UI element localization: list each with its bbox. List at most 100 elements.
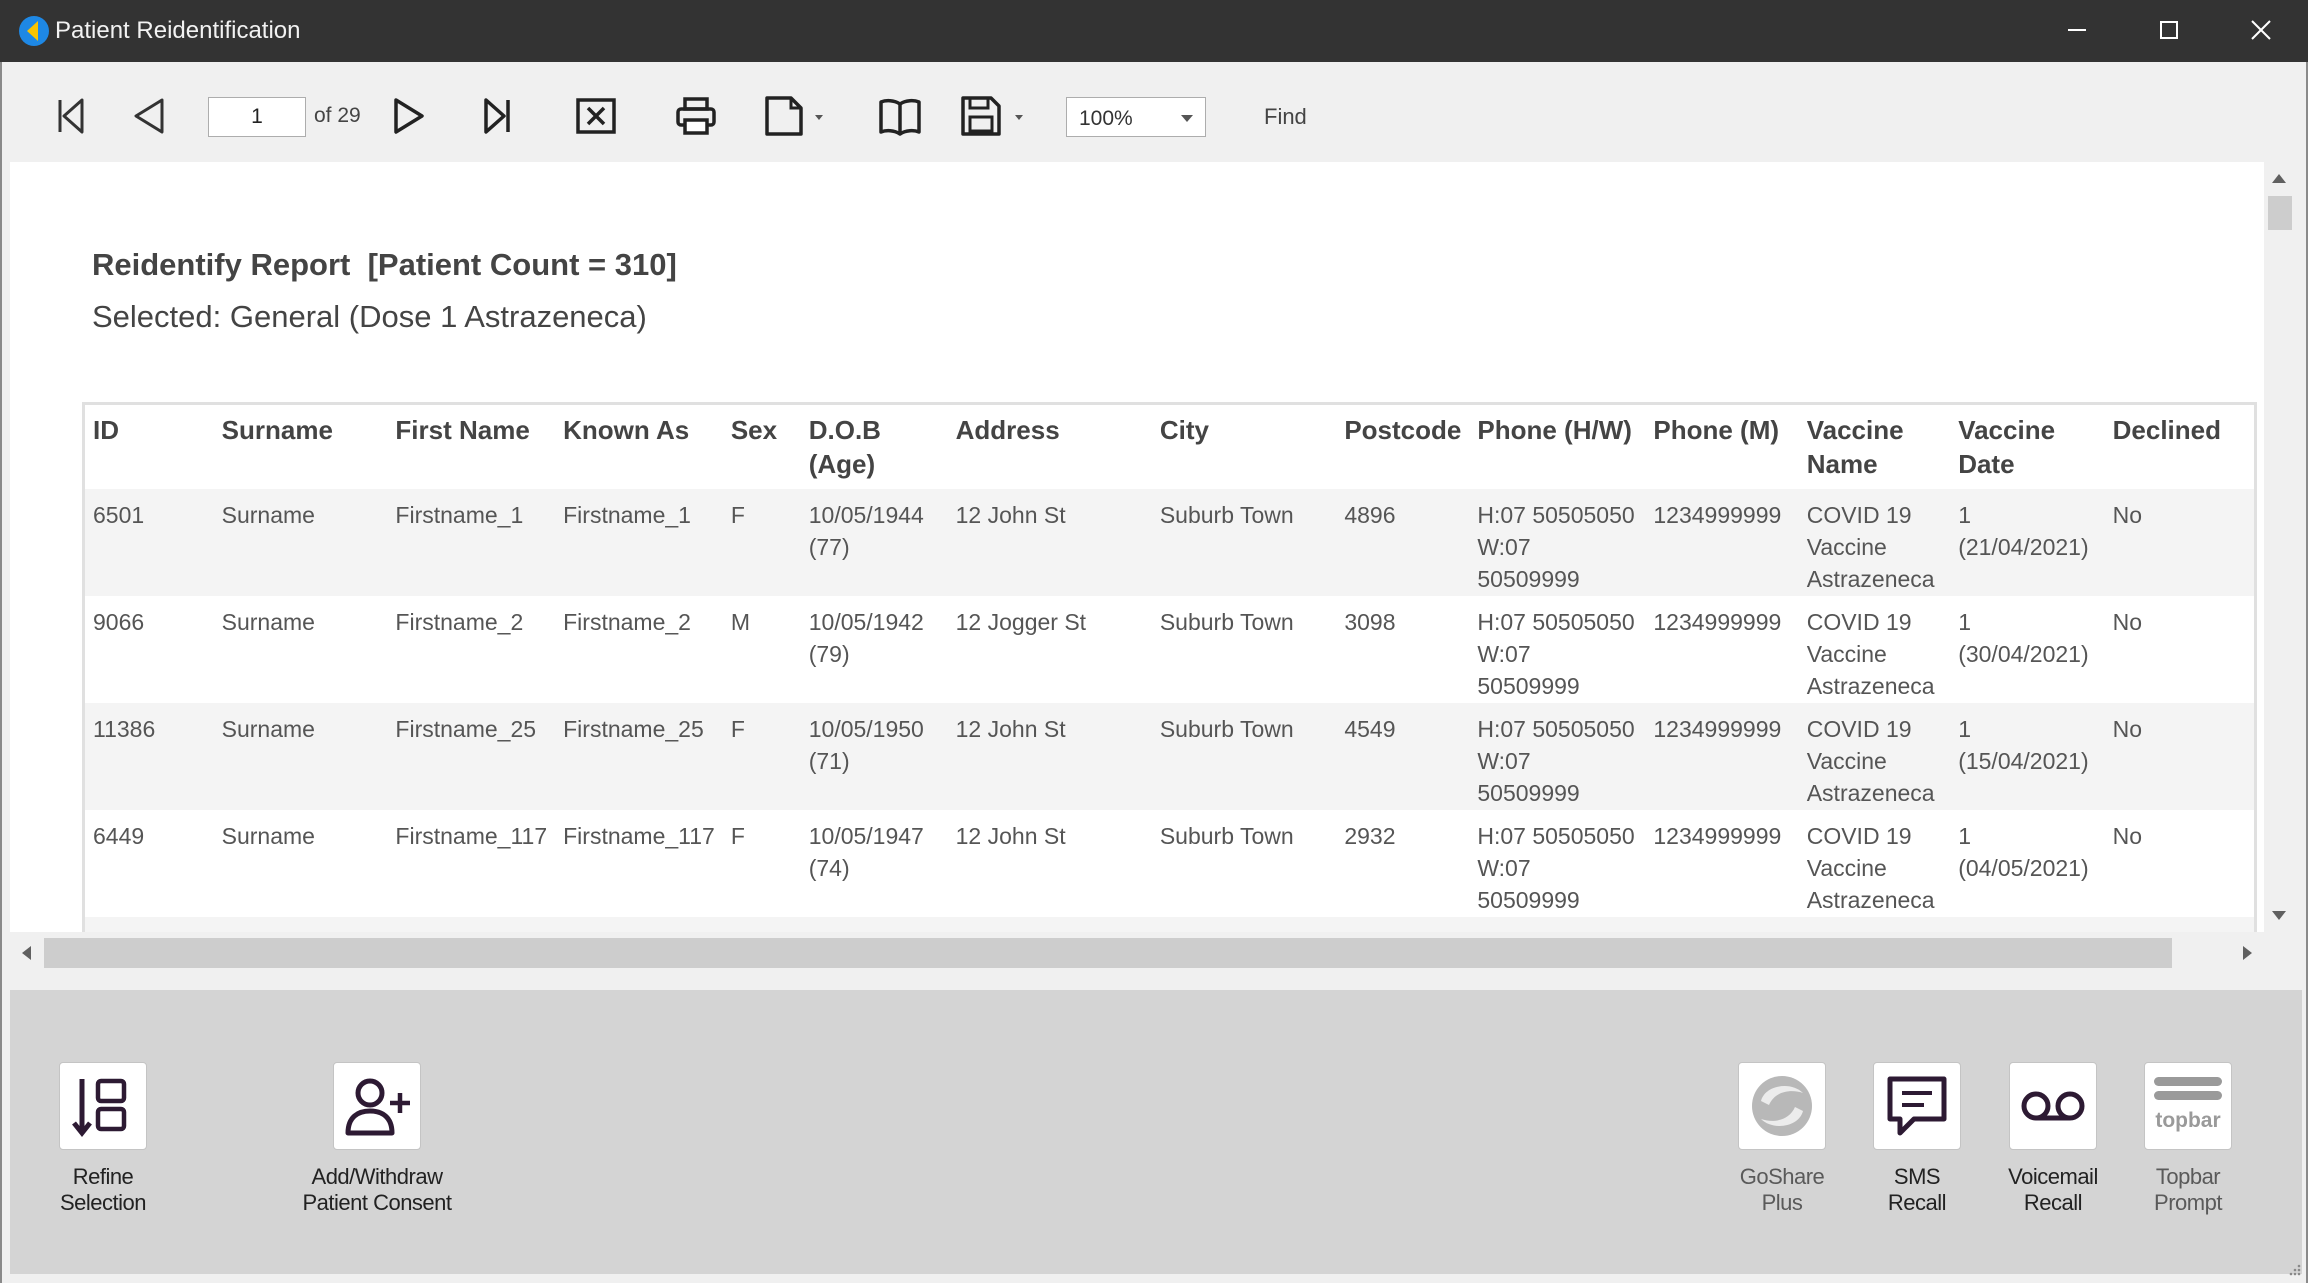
stop-button[interactable] <box>568 90 624 142</box>
minimize-button[interactable] <box>2032 0 2124 62</box>
refine-selection-icon <box>72 1078 127 1138</box>
refine-selection-button[interactable]: Refine Selection <box>28 1062 178 1216</box>
goshare-icon-box <box>1738 1062 1826 1150</box>
vertical-scrollbar[interactable] <box>2264 162 2294 932</box>
book-view-button[interactable] <box>870 90 930 142</box>
first-page-button[interactable] <box>42 90 98 142</box>
column-header[interactable]: Postcode <box>1336 405 1469 489</box>
action-panel: Refine Selection Add/Withdraw Patient Cons… <box>10 990 2302 1274</box>
cell-first-name: Firstname_1 <box>395 502 524 528</box>
scroll-right-icon[interactable] <box>2243 946 2252 960</box>
last-page-button[interactable] <box>470 90 526 142</box>
resize-grip-icon[interactable] <box>2286 1261 2302 1277</box>
cell-postcode: 3833 <box>1336 917 1469 932</box>
scroll-left-icon[interactable] <box>22 946 31 960</box>
table-row[interactable]: 6449 Surname Firstname_117 Firstname_117 F 10… <box>85 810 2254 917</box>
patient-table: ID Surname First Name Known As Sex D.O.B… <box>85 405 2254 932</box>
cell-first-name: Firstname_117 <box>395 823 548 849</box>
maximize-button[interactable] <box>2124 0 2216 62</box>
table-header-row: ID Surname First Name Known As Sex D.O.B… <box>85 405 2254 489</box>
cell-vaccine-name: COVID 19 <box>1799 917 1950 932</box>
patient-table-container: ID Surname First Name Known As Sex D.O.B… <box>82 402 2257 932</box>
voicemail-icon-box <box>2009 1062 2097 1150</box>
find-button[interactable]: Find <box>1264 104 1307 130</box>
topbar-prompt-button[interactable]: topbar Topbar Prompt <box>2113 1062 2263 1216</box>
page-setup-button[interactable] <box>756 90 836 142</box>
sms-recall-label: SMS Recall <box>1887 1164 1947 1215</box>
close-icon <box>2251 20 2271 40</box>
add-user-icon <box>345 1078 410 1136</box>
sms-icon <box>1887 1076 1947 1136</box>
save-icon <box>961 96 1023 136</box>
table-row[interactable]: 11386 Surname Firstname_25 Firstname_25 F 10/… <box>85 703 2254 810</box>
column-header[interactable]: ID <box>85 405 214 489</box>
table-row[interactable]: 9066 Surname Firstname_2 Firstname_2 M 10/05/… <box>85 596 2254 703</box>
print-button[interactable] <box>668 90 724 142</box>
cell-declined: No <box>2112 609 2143 635</box>
print-icon <box>676 97 716 135</box>
vertical-scroll-thumb[interactable] <box>2268 196 2292 230</box>
cell-known-as: Firstname_2 <box>563 609 691 635</box>
voicemail-recall-button[interactable]: Voicemail Recall <box>1978 1062 2128 1216</box>
scroll-up-icon[interactable] <box>2272 174 2286 183</box>
next-page-icon <box>394 98 424 134</box>
title-bar: Patient Reidentification <box>0 0 2308 62</box>
report-viewport[interactable]: Reidentify Report [Patient Count = 310] … <box>10 162 2264 932</box>
cell-dob: 10/05/1947 (74) <box>808 823 924 881</box>
chevron-down-icon <box>1181 115 1193 122</box>
cell-vaccine-date: 1 (30/04/2021) <box>1958 609 2089 667</box>
save-button[interactable] <box>952 90 1036 142</box>
column-header[interactable]: Surname <box>214 405 388 489</box>
column-header[interactable]: Phone (M) <box>1645 405 1798 489</box>
column-header[interactable]: First Name <box>387 405 555 489</box>
cell-city: Suburb Town <box>1159 609 1294 635</box>
table-row[interactable]: 6501 Surname Firstname_1 Firstname_1 F 10/05/… <box>85 489 2254 596</box>
sms-recall-button[interactable]: SMS Recall <box>1842 1062 1992 1216</box>
cell-first-name: Firstname_11 <box>387 917 555 932</box>
window-title: Patient Reidentification <box>55 17 301 44</box>
cell-phone-m: 1234999999 <box>1653 502 1782 528</box>
phone-work: W:07 50509999 <box>1477 748 1580 806</box>
cell-sex: M <box>730 609 750 635</box>
cell-known-as: Firstname_1 <box>563 502 691 528</box>
page-number-input[interactable] <box>208 97 306 137</box>
table-row[interactable]: 12285SurnameFirstname_11Firstname_11M10/… <box>85 917 2254 932</box>
cell-phone-hw: H:07 50505050 W:07 50509999 <box>1469 810 1645 917</box>
cell-vaccine-name: COVID 19 Vaccine Astrazeneca <box>1806 716 1935 806</box>
cell-address: 12 Jogger St <box>955 609 1087 635</box>
column-header[interactable]: Address <box>948 405 1152 489</box>
column-header[interactable]: Declined <box>2105 405 2254 489</box>
cell-phone-m: 1234999999 <box>1653 823 1782 849</box>
close-button[interactable] <box>2216 0 2308 62</box>
zoom-value: 100% <box>1079 107 1133 130</box>
scroll-down-icon[interactable] <box>2272 911 2286 920</box>
column-header[interactable]: Sex <box>723 405 801 489</box>
cell-phone-hw: H:07 50505050 <box>1469 917 1645 932</box>
cell-address: 12 John St <box>955 716 1066 742</box>
horizontal-scrollbar[interactable] <box>10 932 2264 974</box>
cell-city: Suburb Town <box>1159 502 1294 528</box>
column-header[interactable]: Vaccine Date <box>1950 405 2104 489</box>
sms-icon-box <box>1873 1062 1961 1150</box>
cell-vaccine-name: COVID 19 Vaccine Astrazeneca <box>1806 609 1935 699</box>
next-page-button[interactable] <box>382 90 438 142</box>
column-header[interactable]: Known As <box>555 405 723 489</box>
cell-declined: No <box>2112 502 2143 528</box>
column-header[interactable]: Phone (H/W) <box>1469 405 1645 489</box>
svg-text:topbar: topbar <box>2155 1109 2220 1132</box>
previous-page-button[interactable] <box>120 90 176 142</box>
column-header[interactable]: Vaccine Name <box>1799 405 1950 489</box>
cell-vaccine-name: COVID 19 Vaccine Astrazeneca <box>1806 502 1935 592</box>
stop-icon <box>576 98 616 134</box>
cell-address: 12 John St <box>955 502 1066 528</box>
goshare-plus-button[interactable]: GoShare Plus <box>1707 1062 1857 1216</box>
horizontal-scroll-thumb[interactable] <box>44 938 2172 968</box>
column-header[interactable]: D.O.B (Age) <box>801 405 948 489</box>
add-user-icon-box <box>333 1062 421 1150</box>
cell-id: 6449 <box>93 823 145 849</box>
add-withdraw-consent-button[interactable]: Add/Withdraw Patient Consent <box>302 1062 452 1216</box>
zoom-select[interactable]: 100% <box>1066 97 1206 137</box>
phone-work: W:07 50509999 <box>1477 855 1580 913</box>
cell-known-as: Firstname_117 <box>563 823 715 849</box>
column-header[interactable]: City <box>1152 405 1337 489</box>
